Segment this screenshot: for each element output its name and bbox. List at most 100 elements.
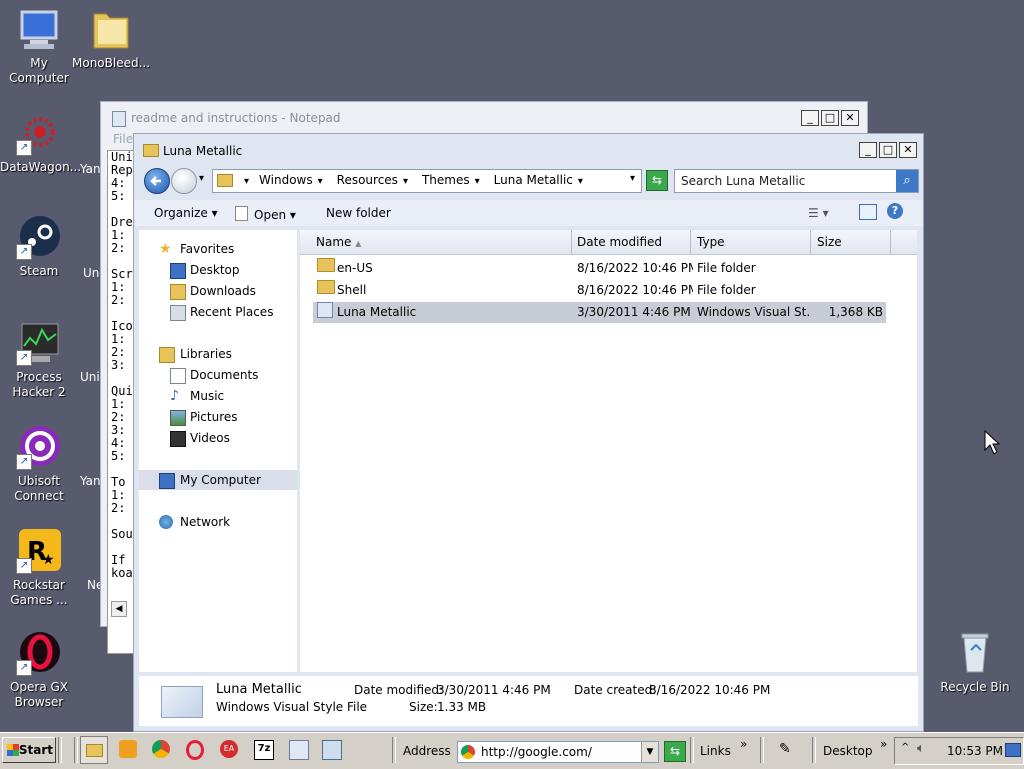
file-row[interactable]: Luna Metallic 3/30/2011 4:46 PM Windows Vi…	[313, 302, 886, 323]
partial-icon-label: Yan	[80, 474, 101, 488]
address-dropdown-icon[interactable]: ▼	[641, 742, 658, 762]
folder-icon	[217, 174, 233, 187]
ea-icon[interactable]: EA	[220, 740, 238, 758]
search-box[interactable]: Search Luna Metallic ⌕	[674, 169, 919, 193]
chrome-icon[interactable]	[152, 740, 170, 758]
nav-item-network[interactable]: Network	[139, 512, 297, 532]
network-status-icon[interactable]	[1005, 743, 1021, 757]
videos-icon	[170, 431, 186, 447]
explorer-window[interactable]: Luna Metallic _ □ ✕ ▾ WindowsResourcesTh…	[133, 133, 924, 732]
file-row[interactable]: en-US 8/16/2022 10:46 PM File folder	[313, 258, 886, 279]
remote-desktop-icon[interactable]	[322, 740, 342, 760]
file-row[interactable]: Shell 8/16/2022 10:46 PM File folder	[313, 280, 886, 301]
close-button[interactable]: ✕	[841, 110, 859, 126]
links-chevron-icon[interactable]: »	[740, 737, 747, 751]
column-name[interactable]: Name ▲	[316, 235, 361, 249]
nav-item-videos[interactable]: Videos	[139, 428, 297, 448]
notepad-icon[interactable]	[289, 740, 309, 760]
breadcrumb-item[interactable]: Luna Metallic	[486, 173, 589, 187]
breadcrumb-item[interactable]: Resources	[329, 173, 414, 187]
desktop-icon-datawagon[interactable]: ↗ DataWagon...	[0, 110, 82, 175]
close-button[interactable]: ✕	[899, 142, 917, 158]
nav-favorites-header[interactable]: ★ Favorites	[139, 239, 297, 259]
tray-expand-icon[interactable]: ^	[901, 742, 909, 753]
links-toolbar[interactable]: Links	[700, 744, 731, 758]
pen-icon[interactable]: ✎	[779, 740, 797, 758]
taskbar-address-bar[interactable]: http://google.com/ ▼	[457, 741, 659, 763]
folder-icon	[88, 6, 134, 52]
nav-item-downloads[interactable]: Downloads	[139, 281, 297, 301]
maximize-button[interactable]: □	[821, 110, 839, 126]
nav-item-documents[interactable]: Documents	[139, 365, 297, 385]
help-icon[interactable]: ?	[887, 203, 903, 219]
documents-icon	[170, 368, 186, 384]
notepad-text-line: 2:	[111, 241, 126, 255]
desktop-toolbar[interactable]: Desktop	[823, 744, 873, 758]
column-type[interactable]: Type	[697, 235, 725, 249]
breadcrumb-item[interactable]: Themes	[414, 173, 486, 187]
desktop-icon-process-hacker[interactable]: ↗ Process Hacker 2	[0, 320, 78, 400]
file-icon	[317, 302, 333, 318]
preview-pane-button[interactable]	[859, 204, 877, 220]
breadcrumb-item[interactable]: Windows	[251, 173, 329, 187]
maximize-button[interactable]: □	[879, 142, 897, 158]
forward-button[interactable]	[171, 168, 197, 194]
open-button[interactable]: Open ▾	[235, 206, 296, 222]
quicklaunch-explorer-icon[interactable]	[80, 736, 108, 764]
minimize-button[interactable]: _	[859, 142, 877, 158]
notepad-scroll-left-icon[interactable]: ◀	[111, 601, 127, 617]
desktop-icon-monobleed[interactable]: MonoBleed...	[72, 6, 150, 71]
7zip-icon[interactable]: 7z	[254, 740, 274, 760]
desktop-icon-label: DataWagon...	[0, 160, 82, 174]
address-bar[interactable]: WindowsResourcesThemesLuna Metallic ▾	[212, 169, 642, 193]
notepad-title-bar[interactable]: readme and instructions - Notepad _ □ ✕	[101, 102, 867, 134]
clock[interactable]: 10:53 PM	[947, 744, 1003, 758]
file-type: File folder	[697, 283, 756, 297]
desktop-icon-my-computer[interactable]: My Computer	[0, 6, 78, 86]
partial-icon-label: Yan	[80, 162, 101, 176]
organize-button[interactable]: Organize ▾	[154, 206, 218, 220]
desktop-icon-label: Rockstar Games ...	[10, 578, 68, 607]
opera-gx-icon: ↗	[16, 630, 62, 676]
nav-libraries-header[interactable]: Libraries	[139, 344, 297, 364]
rockstar-icon: R ★ ↗	[16, 528, 62, 574]
explorer-title-bar[interactable]: Luna Metallic _ □ ✕	[134, 134, 923, 166]
desktop-icon-opera-gx[interactable]: ↗ Opera GX Browser	[0, 630, 78, 710]
desktop-icon-label: My Computer	[9, 56, 69, 85]
nav-item-pictures[interactable]: Pictures	[139, 407, 297, 427]
network-icon	[159, 515, 173, 529]
desktop-icon-steam[interactable]: ↗ Steam	[0, 214, 78, 279]
notepad-text-area[interactable]: Uni Rep 4: 5: Dre 1: 2: Scr 1: 2: Ico 1: 2: 3: Qui 1: 2:…	[107, 150, 136, 654]
nav-item-my-computer[interactable]: My Computer	[139, 470, 297, 490]
change-view-button[interactable]: ☰ ▾	[808, 206, 829, 220]
minimize-button[interactable]: _	[801, 110, 819, 126]
details-modified-label: Date modified:	[354, 683, 444, 697]
volume-icon[interactable]: 🔈︎	[917, 741, 925, 756]
column-size[interactable]: Size	[817, 235, 842, 249]
nav-item-desktop[interactable]: Desktop	[139, 260, 297, 280]
search-icon[interactable]: ⌕	[896, 170, 918, 192]
breadcrumb-chevron-icon[interactable]	[237, 173, 251, 187]
new-folder-button[interactable]: New folder	[326, 206, 391, 220]
desktop-chevron-icon[interactable]: »	[880, 737, 887, 751]
address-dropdown-icon[interactable]: ▾	[630, 173, 635, 184]
file-date: 8/16/2022 10:46 PM	[577, 283, 693, 297]
notepad-menu-file[interactable]: File	[113, 132, 135, 146]
recent-pages-dropdown-icon[interactable]: ▾	[199, 173, 204, 184]
desktop-icon-ubisoft[interactable]: ↗ Ubisoft Connect	[0, 424, 78, 504]
nav-item-recent-places[interactable]: Recent Places	[139, 302, 297, 322]
shortcut-arrow-icon: ↗	[16, 244, 32, 260]
desktop-icon-recycle-bin[interactable]: Recycle Bin	[936, 630, 1014, 695]
back-button[interactable]	[144, 168, 170, 194]
refresh-button[interactable]: ⇆	[646, 170, 668, 191]
column-date-modified[interactable]: Date modified	[577, 235, 662, 249]
nav-item-music[interactable]: ♪ Music	[139, 386, 297, 406]
start-button[interactable]: Start	[2, 737, 56, 763]
search-input[interactable]: Search Luna Metallic	[681, 174, 805, 188]
virus-icon: ↗	[16, 110, 62, 156]
opera-icon[interactable]	[186, 740, 204, 760]
go-button[interactable]: ⇆	[664, 741, 686, 762]
desktop-icon-rockstar[interactable]: R ★ ↗ Rockstar Games ...	[0, 528, 78, 608]
media-player-icon[interactable]	[119, 740, 137, 758]
address-input[interactable]: http://google.com/	[481, 745, 592, 759]
